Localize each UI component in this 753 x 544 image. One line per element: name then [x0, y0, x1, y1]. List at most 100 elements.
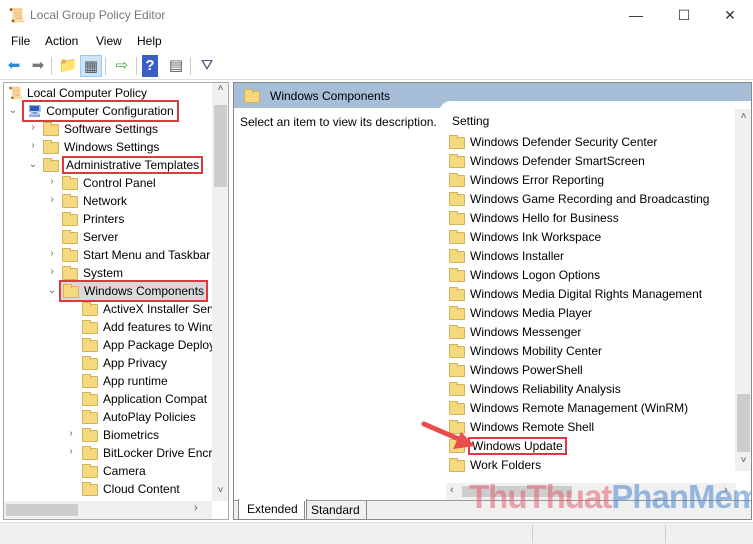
folder-icon — [449, 362, 465, 377]
tree-item-start-menu[interactable]: Start Menu and Taskbar — [62, 246, 210, 264]
chevron-down-icon[interactable]: ⌄ — [47, 285, 57, 296]
tree-item-windows-components[interactable]: Windows Components — [58, 280, 209, 302]
tree-horizontal-scrollbar[interactable]: › — [4, 501, 212, 519]
setting-item[interactable]: Windows Media Digital Rights Management — [449, 285, 702, 304]
tree-label: Application Compat — [103, 392, 208, 406]
tree-item-system[interactable]: System — [62, 264, 123, 282]
tree-item-control-panel[interactable]: Control Panel — [62, 174, 156, 192]
tab-standard[interactable]: Standard — [304, 501, 367, 519]
folder-icon — [449, 153, 465, 168]
tree-vertical-scrollbar[interactable]: ˄ ˅ — [212, 83, 228, 501]
tree-item-component[interactable]: Add features to Wind — [82, 318, 215, 336]
maximize-button[interactable]: ☐ — [661, 0, 707, 30]
tree-item-computer-configuration[interactable]: 🖥 Computer Configuration — [22, 100, 179, 122]
setting-item[interactable]: Windows Reliability Analysis — [449, 380, 621, 399]
tree-item-software-settings[interactable]: Software Settings — [43, 120, 158, 138]
setting-item[interactable]: Windows Hello for Business — [449, 209, 619, 228]
tree-item-network[interactable]: Network — [62, 192, 127, 210]
export-list-icon[interactable]: ⇨ — [111, 55, 133, 77]
minimize-button[interactable]: — — [613, 0, 659, 30]
scrollbar-thumb[interactable] — [737, 394, 750, 452]
details-header-title: Windows Components — [270, 89, 391, 103]
chevron-right-icon[interactable]: › — [47, 266, 57, 277]
scroll-up-icon[interactable]: ˄ — [735, 111, 751, 122]
chevron-down-icon[interactable]: ⌄ — [8, 105, 18, 116]
chevron-right-icon[interactable]: › — [47, 176, 57, 187]
column-header-setting[interactable]: Setting — [452, 114, 489, 128]
scroll-left-icon[interactable]: ‹ — [450, 484, 454, 496]
tree-item-component[interactable]: ActiveX Installer Serv — [82, 300, 217, 318]
forward-arrow-icon[interactable]: ➡ — [27, 55, 49, 77]
help-icon[interactable]: ? — [142, 55, 158, 77]
setting-item[interactable]: Windows Installer — [449, 247, 564, 266]
tree-item-component[interactable]: App Privacy — [82, 354, 167, 372]
action-pane-icon[interactable]: ▤ — [165, 55, 187, 77]
setting-item[interactable]: Windows Remote Management (WinRM) — [449, 399, 688, 418]
tab-extended[interactable]: Extended — [238, 499, 307, 519]
chevron-right-icon[interactable]: › — [28, 140, 38, 151]
menu-action[interactable]: Action — [45, 34, 78, 48]
filter-icon[interactable]: ⛛ — [196, 55, 218, 77]
show-hide-tree-icon[interactable]: ▦ — [80, 55, 102, 77]
back-arrow-icon[interactable]: ⬅ — [3, 55, 25, 77]
setting-label: Windows Update — [468, 437, 567, 455]
scroll-down-icon[interactable]: ˅ — [212, 485, 228, 501]
folder-icon — [82, 463, 98, 478]
setting-item[interactable]: Windows Media Player — [449, 304, 592, 323]
tree-item-server[interactable]: Server — [62, 228, 118, 246]
setting-item[interactable]: Windows Ink Workspace — [449, 228, 601, 247]
setting-item[interactable]: Windows Logon Options — [449, 266, 600, 285]
menu-view[interactable]: View — [96, 34, 122, 48]
scroll-right-icon[interactable]: › — [194, 502, 198, 514]
setting-item[interactable]: Windows PowerShell — [449, 361, 583, 380]
chevron-right-icon[interactable]: › — [28, 122, 38, 133]
chevron-right-icon[interactable]: › — [66, 446, 76, 457]
menu-file[interactable]: File — [11, 34, 30, 48]
tree-item-component[interactable]: Application Compat — [82, 390, 207, 408]
setting-item[interactable]: Windows Defender Security Center — [449, 133, 657, 152]
setting-item[interactable]: Windows Messenger — [449, 323, 581, 342]
setting-item[interactable]: Windows Error Reporting — [449, 171, 604, 190]
menu-help[interactable]: Help — [137, 34, 162, 48]
chevron-right-icon[interactable]: › — [47, 248, 57, 259]
status-divider — [532, 525, 533, 543]
scrollbar-thumb[interactable] — [6, 504, 78, 516]
status-divider — [665, 525, 666, 543]
tree-item-component[interactable]: App runtime — [82, 372, 168, 390]
tree-item-component[interactable]: Biometrics — [82, 426, 159, 444]
setting-item[interactable]: Windows Game Recording and Broadcasting — [449, 190, 709, 209]
setting-item[interactable]: Windows Mobility Center — [449, 342, 602, 361]
setting-label: Windows Defender Security Center — [470, 135, 658, 149]
setting-label: Windows Media Player — [470, 306, 593, 320]
folder-icon — [82, 337, 98, 352]
tree-label: Windows Settings — [64, 140, 160, 154]
folder-icon — [62, 193, 78, 208]
tree-item-windows-settings[interactable]: Windows Settings — [43, 138, 159, 156]
folder-icon — [62, 247, 78, 262]
tree-item-printers[interactable]: Printers — [62, 210, 124, 228]
folder-icon — [43, 139, 59, 154]
chevron-right-icon[interactable]: › — [47, 194, 57, 205]
up-folder-icon[interactable]: 📁 — [57, 55, 79, 77]
tree-item-component[interactable]: AutoPlay Policies — [82, 408, 196, 426]
folder-icon — [449, 457, 465, 472]
folder-icon — [449, 381, 465, 396]
setting-item[interactable]: Work Folders — [449, 456, 541, 475]
tree-item-component[interactable]: BitLocker Drive Encry — [82, 444, 218, 462]
tree-item-component[interactable]: Camera — [82, 462, 146, 480]
chevron-down-icon[interactable]: ⌄ — [28, 159, 38, 170]
setting-label: Work Folders — [470, 458, 542, 472]
tree-label: AutoPlay Policies — [103, 410, 196, 424]
scroll-down-icon[interactable]: ˅ — [735, 455, 751, 466]
close-button[interactable]: ✕ — [707, 0, 753, 30]
tree-item-component[interactable]: App Package Deploy — [82, 336, 215, 354]
scroll-up-icon[interactable]: ˄ — [212, 83, 228, 99]
tree-item-local-computer-policy[interactable]: 📜 Local Computer Policy — [8, 84, 147, 102]
tree-item-administrative-templates[interactable]: Administrative Templates — [43, 156, 204, 174]
folder-icon — [62, 211, 78, 226]
settings-vertical-scrollbar[interactable]: ˄ ˅ — [735, 109, 751, 471]
scrollbar-thumb[interactable] — [214, 105, 227, 187]
tree-item-component[interactable]: Cloud Content — [82, 480, 180, 498]
setting-item[interactable]: Windows Defender SmartScreen — [449, 152, 645, 171]
chevron-right-icon[interactable]: › — [66, 428, 76, 439]
